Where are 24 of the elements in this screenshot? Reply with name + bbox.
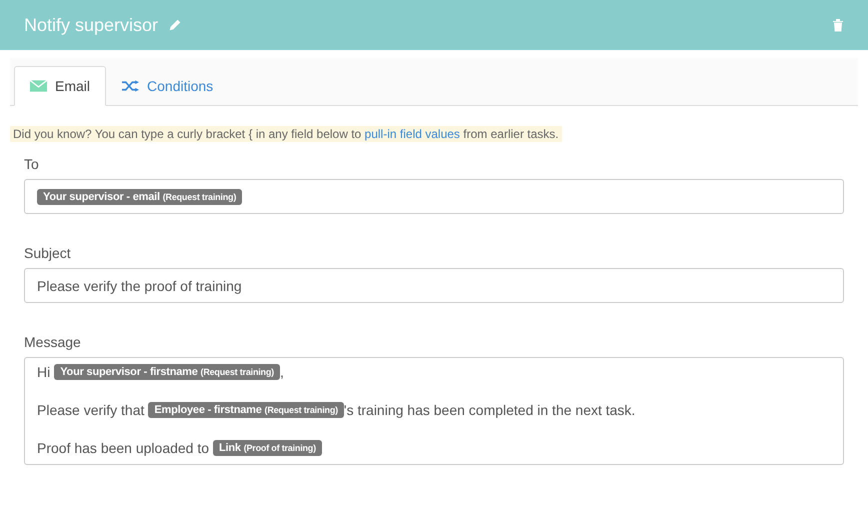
message-text: , [280,364,284,380]
field-label: Subject [24,245,71,261]
field-token[interactable]: Your supervisor - firstname (Request training) [54,364,280,380]
tab[interactable]: Conditions [106,66,230,106]
message-field[interactable] [24,357,844,465]
message-text: Proof has been uploaded to [37,440,210,456]
to-field[interactable]: Your supervisor - email (Request training) [24,179,844,214]
hint-text: Did you know? You can type a curly bracket { in any field below to pull-in field values from earlier tasks. [10,126,562,142]
field-token[interactable]: Link (Proof of training) [213,440,322,456]
message-text: Please verify that [37,402,144,418]
field-label: To [24,156,39,172]
field-token[interactable]: Your supervisor - email (Request training) [37,188,242,204]
page-title: Notify supervisor [24,14,158,36]
field-label: Message [24,334,81,350]
hint-link[interactable]: pull-in field values [364,127,460,141]
envelope-icon [30,80,47,92]
shuffle-icon [122,80,140,92]
delete-icon[interactable] [832,18,844,32]
tab[interactable]: Email [14,66,106,106]
subject-field[interactable]: Please verify the proof of training [24,268,844,303]
message-text: Hi [37,364,50,380]
message-text: 's training has been completed in the next task. [344,402,636,418]
field-token[interactable]: Employee - firstname (Request training) [148,402,344,418]
edit-icon[interactable] [168,18,182,32]
